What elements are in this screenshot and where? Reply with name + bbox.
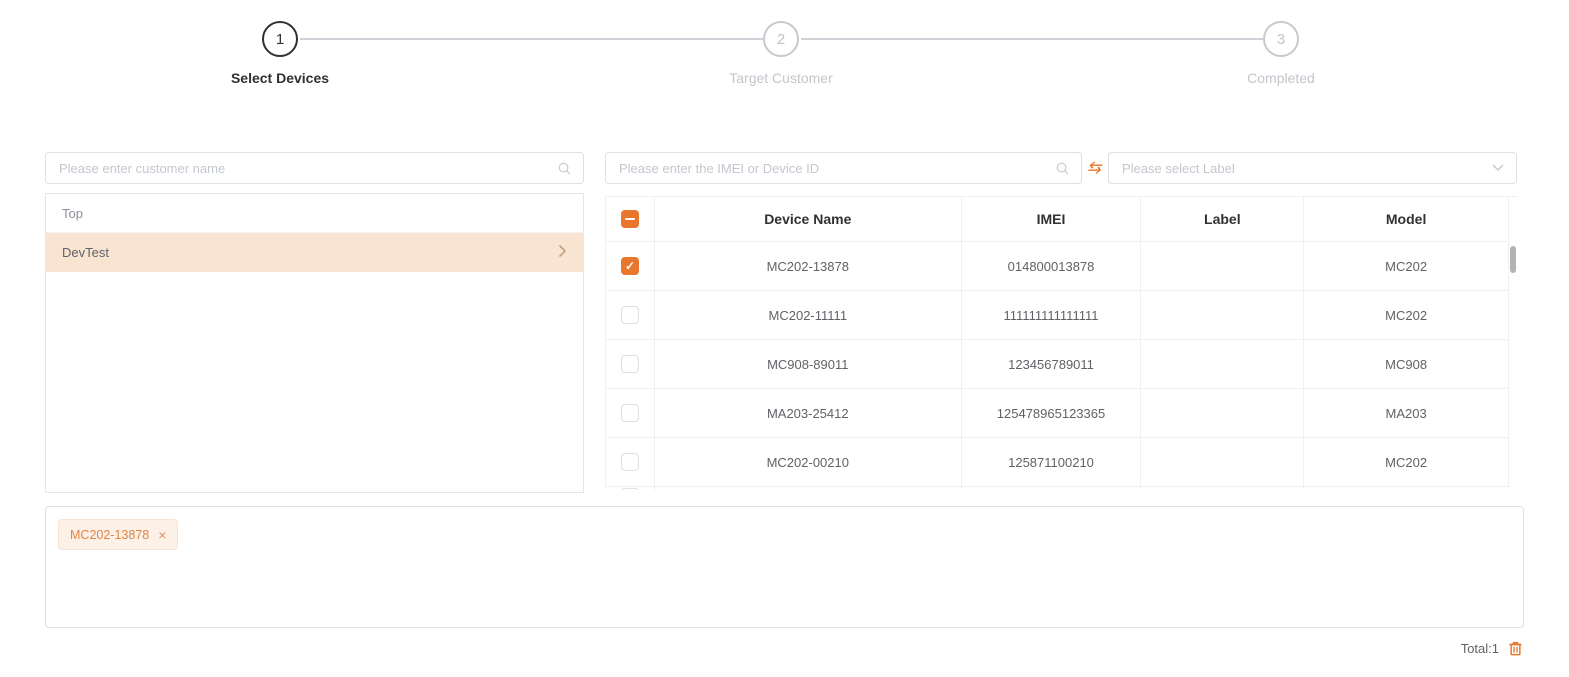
header-checkbox-cell [606, 197, 655, 242]
step-connector-2 [801, 38, 1263, 40]
table-scrollbar-thumb[interactable] [1510, 246, 1516, 273]
column-header-model: Model [1304, 197, 1509, 242]
trash-icon[interactable] [1507, 640, 1524, 657]
row-checkbox [621, 488, 639, 490]
cell-model: MC908 [1304, 340, 1509, 389]
selected-devices-area: MC202-13878 × [45, 506, 1524, 628]
cell-imei: 014800013878 [962, 242, 1142, 291]
cell-label [1141, 438, 1304, 487]
row-checkbox[interactable]: ✓ [621, 257, 639, 275]
cell-model: MC202 [1304, 291, 1509, 340]
row-checkbox[interactable] [621, 404, 639, 422]
swap-glyph: ⇆ [1086, 158, 1102, 178]
search-icon [557, 161, 572, 176]
step-2-circle: 2 [763, 21, 799, 57]
step-1-circle: 1 [262, 21, 298, 57]
step-2-label: Target Customer [671, 70, 891, 86]
column-header-label: Label [1141, 197, 1304, 242]
row-checkbox[interactable] [621, 306, 639, 324]
total-count: Total:1 [1461, 641, 1499, 656]
imei-search-input[interactable] [606, 153, 1055, 183]
step-3-label: Completed [1171, 70, 1391, 86]
chevron-right-icon [558, 244, 567, 261]
customer-list-item-devtest[interactable]: DevTest [46, 233, 583, 272]
table-header-row: Device Name IMEI Label Model [606, 197, 1517, 242]
cell-label [1141, 389, 1304, 438]
select-all-checkbox[interactable] [621, 210, 639, 228]
cell-device-name: MC908-89011 [655, 340, 962, 389]
label-select-placeholder: Please select Label [1122, 161, 1235, 176]
step-connector-1 [300, 38, 763, 40]
device-table: Device Name IMEI Label Model ✓ MC202-138… [605, 196, 1517, 490]
cell-label [1141, 340, 1304, 389]
customer-search-box[interactable] [45, 152, 584, 184]
customer-search-input[interactable] [46, 153, 557, 183]
cell-model: MA203 [1304, 389, 1509, 438]
cell-device-name: MC202-00210 [655, 438, 962, 487]
cell-device-name: MC202-13878 [655, 242, 962, 291]
customer-list-item-top[interactable]: Top [46, 194, 583, 233]
table-row[interactable]: MC202-11111 111111111111111 MC202 [606, 291, 1517, 340]
cell-model: MC202 [1304, 438, 1509, 487]
column-header-device-name: Device Name [655, 197, 962, 242]
cell-model: MC202 [1304, 242, 1509, 291]
step-3-number: 3 [1277, 31, 1285, 48]
column-header-imei: IMEI [962, 197, 1142, 242]
table-row[interactable]: ✓ MC202-13878 014800013878 MC202 [606, 242, 1517, 291]
cell-imei: 123456789011 [962, 340, 1142, 389]
step-1-number: 1 [276, 31, 284, 48]
table-row[interactable]: MA203-25412 125478965123365 MA203 [606, 389, 1517, 438]
table-row[interactable]: MC202-00210 125871100210 MC202 [606, 438, 1517, 487]
selected-device-tag: MC202-13878 × [58, 519, 178, 550]
cell-device-name: MA203-25412 [655, 389, 962, 438]
tag-label: MC202-13878 [70, 528, 149, 542]
row-checkbox[interactable] [621, 453, 639, 471]
minus-icon [625, 218, 635, 221]
step-3-circle: 3 [1263, 21, 1299, 57]
customer-list: Top DevTest [45, 193, 584, 493]
cell-imei: 111111111111111 [962, 291, 1142, 340]
cell-imei: 125871100210 [962, 438, 1142, 487]
close-icon[interactable]: × [158, 528, 166, 542]
step-2-number: 2 [777, 31, 785, 48]
imei-search-box[interactable] [605, 152, 1082, 184]
footer-total: Total:1 [1461, 640, 1524, 657]
row-checkbox[interactable] [621, 355, 639, 373]
table-row[interactable]: MC908-89011 123456789011 MC908 [606, 340, 1517, 389]
cell-device-name: MC202-11111 [655, 291, 962, 340]
customer-list-item-label: DevTest [62, 245, 109, 260]
cell-label [1141, 291, 1304, 340]
cell-label [1141, 242, 1304, 291]
swap-icon[interactable]: ⇆ [1082, 152, 1105, 184]
chevron-down-icon [1492, 159, 1504, 177]
step-1-label: Select Devices [170, 70, 390, 86]
check-icon: ✓ [625, 260, 635, 272]
table-row-partial [606, 487, 1517, 490]
label-select[interactable]: Please select Label [1108, 152, 1517, 184]
search-icon [1055, 161, 1070, 176]
cell-imei: 125478965123365 [962, 389, 1142, 438]
customer-list-item-label: Top [62, 206, 83, 221]
